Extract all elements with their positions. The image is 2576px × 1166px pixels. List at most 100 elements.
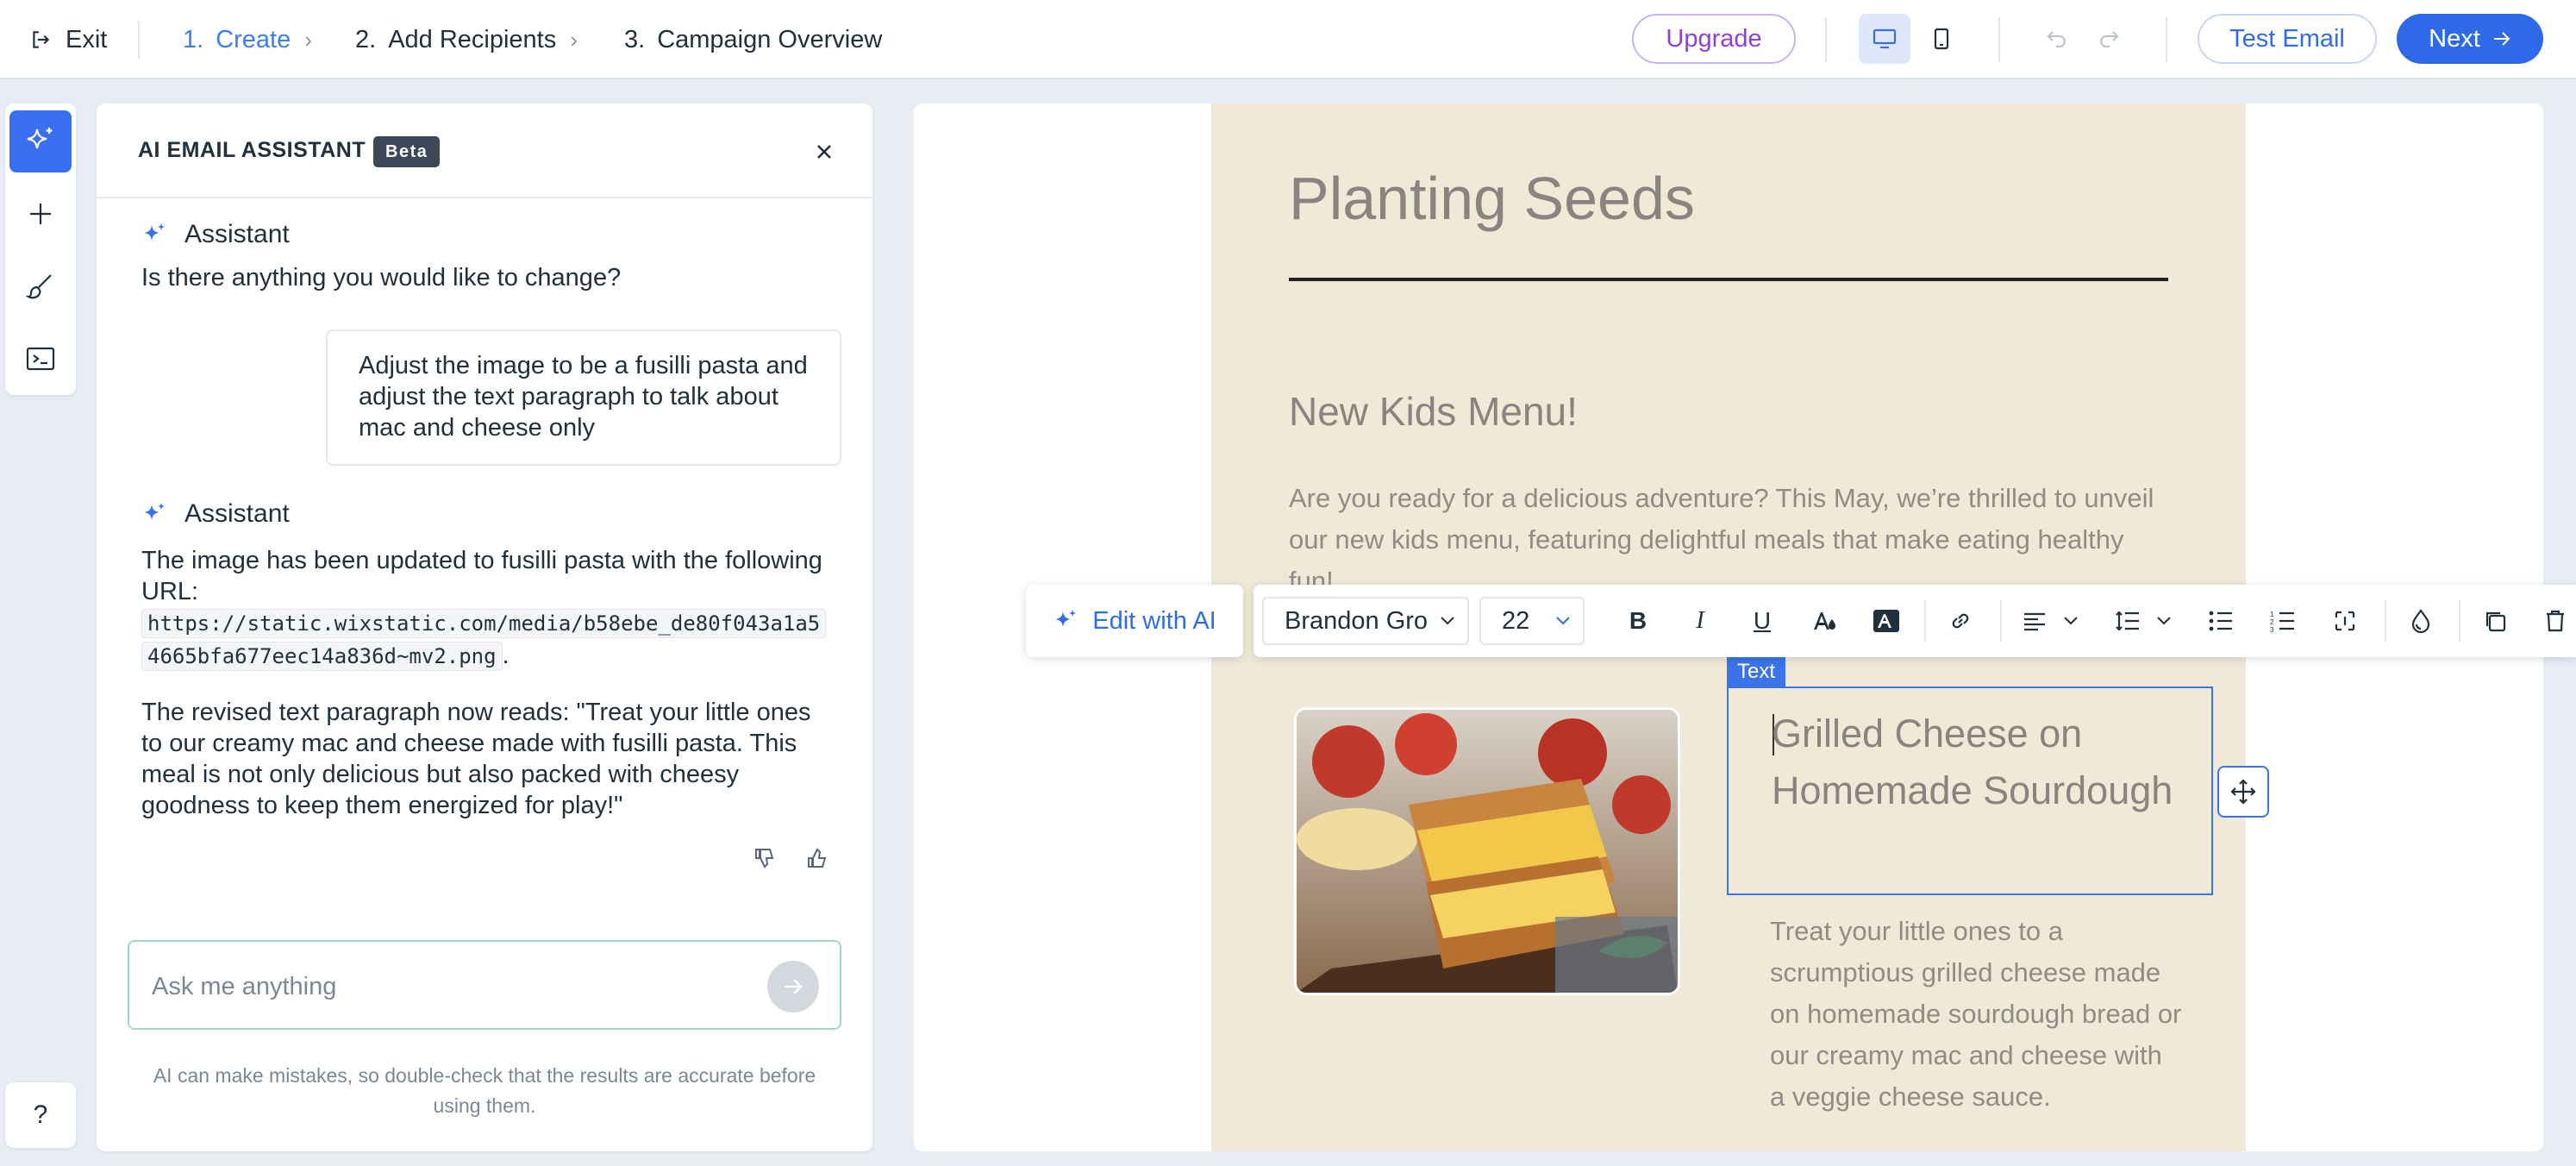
ask-input-box: [128, 940, 841, 1030]
droplet-icon: [2411, 609, 2430, 634]
close-button[interactable]: [805, 133, 843, 171]
text-format-toolbar: Brandon Gro 22 B I U 123: [1254, 585, 2576, 657]
line-spacing-button[interactable]: [2110, 604, 2145, 638]
ai-assistant-tool[interactable]: [9, 110, 72, 172]
align-left-icon: [2024, 612, 2045, 631]
item-title[interactable]: Grilled Cheese on Homemade Sourdough: [1772, 705, 2185, 819]
mobile-view-button[interactable]: [1916, 14, 1967, 64]
text-direction-button[interactable]: [2328, 604, 2362, 638]
undo-icon: [2047, 31, 2066, 47]
send-button[interactable]: [767, 961, 819, 1012]
thumbs-up-icon: [808, 848, 827, 868]
add-element-tool[interactable]: [9, 183, 72, 245]
font-family-select[interactable]: Brandon Gro: [1262, 597, 1469, 645]
disclaimer-text: AI can make mistakes, so double-check th…: [153, 1064, 816, 1117]
numbered-list-button[interactable]: 123: [2266, 604, 2300, 638]
italic-icon: I: [1696, 607, 1704, 634]
numbered-list-icon: 123: [2270, 611, 2294, 632]
line-spacing-dropdown[interactable]: [2147, 604, 2181, 638]
email-paragraph[interactable]: Are you ready for a delicious adventure?…: [1289, 478, 2168, 590]
italic-button[interactable]: I: [1683, 604, 1717, 638]
bullet-list-icon: [2209, 611, 2232, 631]
email-title[interactable]: Planting Seeds: [1289, 164, 1695, 233]
redo-icon: [2100, 31, 2119, 47]
brush-icon: [26, 274, 52, 299]
text-color-button[interactable]: [1807, 604, 1841, 638]
assistant-header: Assistant: [141, 217, 290, 252]
assistant-message: The revised text paragraph now reads: "T…: [141, 699, 811, 819]
divider-line[interactable]: [1289, 278, 2168, 281]
thumbs-down-icon: [755, 849, 774, 868]
test-email-button[interactable]: Test Email: [2198, 14, 2377, 64]
align-button[interactable]: [2017, 604, 2052, 638]
link-icon: [1952, 613, 1969, 629]
question-icon: ?: [33, 1100, 48, 1129]
svg-text:1: 1: [2270, 611, 2274, 618]
email-subtitle[interactable]: New Kids Menu!: [1289, 388, 1578, 435]
svg-text:2: 2: [2270, 618, 2274, 626]
divider: [1924, 600, 1926, 642]
panel-header: AI EMAIL ASSISTANT Beta: [97, 103, 872, 198]
sparkle-icon: [27, 128, 53, 149]
divider: [1998, 17, 2000, 62]
bold-icon: B: [1629, 607, 1648, 634]
mobile-icon: [1934, 28, 1949, 50]
font-family-value: Brandon Gro: [1285, 606, 1429, 635]
desktop-view-button[interactable]: [1859, 14, 1910, 64]
step-add-recipients[interactable]: 2. Add Recipients ›: [355, 21, 578, 59]
next-label: Next: [2429, 24, 2480, 53]
thumbs-down-button[interactable]: [747, 841, 782, 875]
assistant-name: Assistant: [184, 220, 290, 248]
link-button[interactable]: [1943, 604, 1978, 638]
step-campaign-overview[interactable]: 3. Campaign Overview: [624, 21, 882, 59]
help-button[interactable]: ?: [5, 1082, 76, 1148]
food-image[interactable]: [1294, 707, 1680, 995]
next-button[interactable]: Next: [2397, 14, 2543, 64]
underline-button[interactable]: U: [1745, 604, 1779, 638]
divider: [138, 21, 140, 59]
plus-icon: [30, 204, 51, 224]
arrow-right-icon: [785, 979, 803, 994]
bold-button[interactable]: B: [1621, 604, 1655, 638]
thumbs-up-button[interactable]: [800, 841, 835, 875]
divider: [2385, 600, 2386, 642]
exit-button[interactable]: Exit: [29, 22, 107, 57]
exit-icon: [33, 31, 50, 48]
sparkle-icon: [144, 223, 165, 241]
selected-text-element[interactable]: Grilled Cheese on Homemade Sourdough: [1727, 686, 2213, 895]
item-description[interactable]: Treat your little ones to a scrumptious …: [1770, 911, 2184, 1118]
ask-input[interactable]: [152, 968, 738, 1006]
step-campaign-overview-label: Campaign Overview: [657, 25, 883, 53]
close-icon: [817, 145, 831, 159]
upgrade-button[interactable]: Upgrade: [1632, 14, 1796, 64]
step-add-recipients-label: Add Recipients: [388, 25, 557, 53]
code-tool[interactable]: [9, 328, 72, 390]
chevron-right-icon: ›: [304, 26, 312, 53]
user-message: Adjust the image to be a fusilli pasta a…: [326, 329, 841, 466]
image-url[interactable]: https://static.wixstatic.com/media/b58eb…: [141, 609, 827, 638]
delete-button[interactable]: [2538, 604, 2573, 638]
fill-color-button[interactable]: [2404, 604, 2438, 638]
duplicate-button[interactable]: [2478, 604, 2512, 638]
assistant-message: The image has been updated to fusilli pa…: [141, 545, 831, 673]
undo-button[interactable]: [2040, 21, 2074, 55]
move-handle[interactable]: [2217, 766, 2269, 818]
ai-assistant-panel: AI EMAIL ASSISTANT Beta Assistant Is the…: [97, 103, 872, 1151]
image-url-continued[interactable]: 4665bfa677eec14a836d~mv2.png: [141, 642, 503, 671]
step-create[interactable]: 1. Create ›: [183, 21, 312, 59]
font-size-select[interactable]: 22: [1479, 597, 1585, 645]
bullet-list-button[interactable]: [2204, 604, 2238, 638]
arrow-right-icon: [2493, 32, 2510, 46]
design-tool[interactable]: [9, 255, 72, 317]
desktop-icon: [1873, 28, 1897, 49]
line-spacing-icon: [2116, 611, 2139, 631]
chevron-down-icon: [2157, 617, 2171, 625]
highlight-button[interactable]: [1869, 604, 1904, 638]
underline-icon: U: [1753, 607, 1772, 634]
assistant-message-intro: The image has been updated to fusilli pa…: [141, 547, 822, 605]
align-dropdown[interactable]: [2054, 604, 2088, 638]
chevron-right-icon: ›: [570, 26, 578, 53]
edit-with-ai-button[interactable]: Edit with AI: [1026, 585, 1243, 657]
redo-button[interactable]: [2091, 21, 2126, 55]
svg-text:3: 3: [2270, 626, 2274, 632]
